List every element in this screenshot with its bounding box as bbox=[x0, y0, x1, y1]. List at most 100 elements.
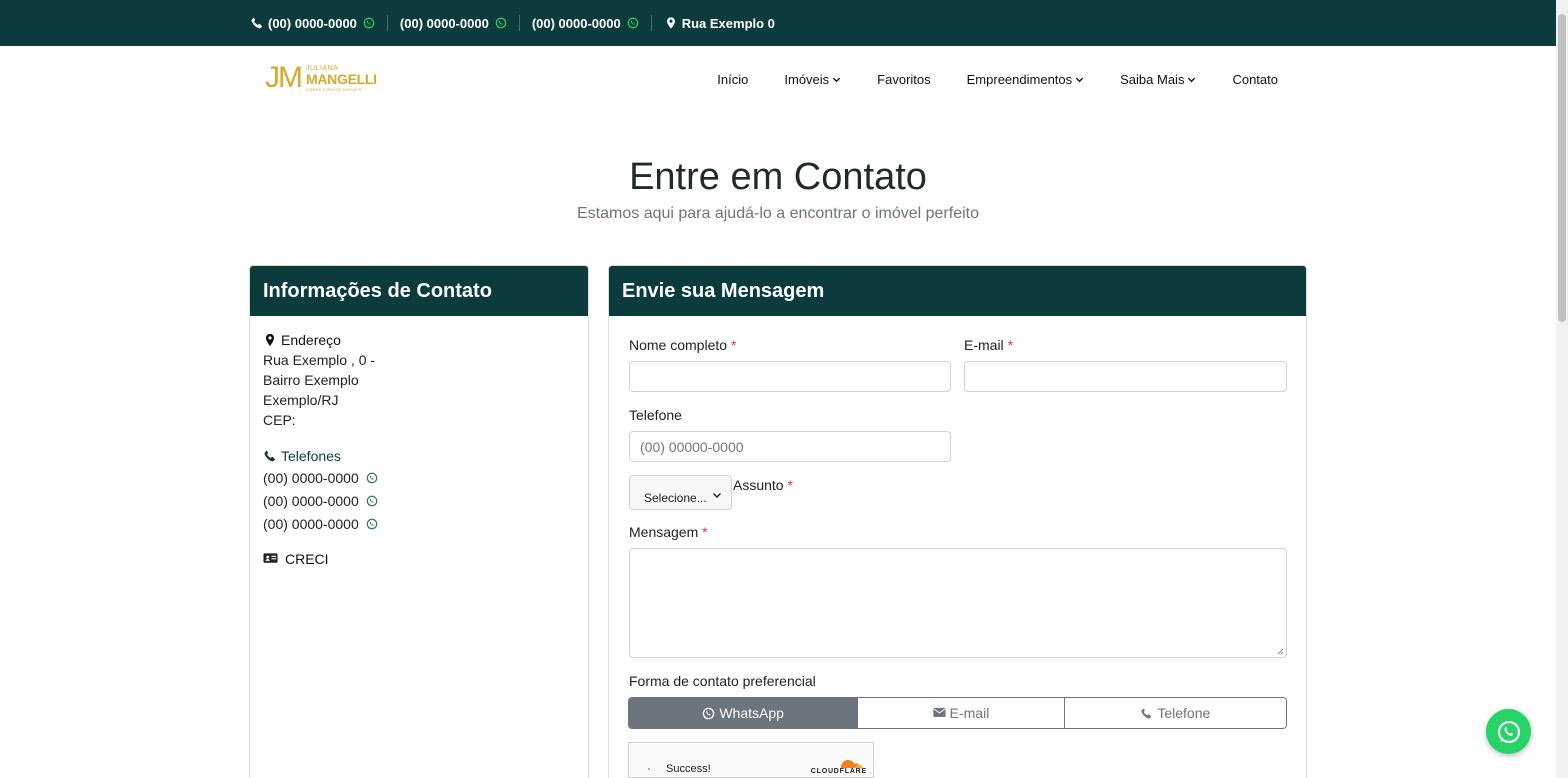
contact-info-title: Informações de Contato bbox=[250, 266, 588, 316]
message-textarea[interactable] bbox=[629, 548, 1287, 658]
phone-input[interactable] bbox=[629, 431, 951, 462]
topbar-divider bbox=[650, 15, 652, 31]
pref-phone-button[interactable]: Telefone bbox=[1065, 698, 1286, 728]
resize-handle-icon[interactable] bbox=[1277, 648, 1284, 655]
map-pin-icon bbox=[664, 16, 678, 30]
nav-item-label: Início bbox=[717, 71, 749, 87]
whatsapp-icon[interactable] bbox=[627, 17, 639, 29]
logo-text: JULIANA MANGELLI CORRETORA DE IMÓVEIS bbox=[306, 65, 377, 92]
required-marker: * bbox=[787, 477, 793, 493]
page-hero: Entre em Contato Estamos aqui para ajudá… bbox=[0, 150, 1556, 224]
cloudflare-logo: CLOUDFLARE bbox=[805, 751, 867, 777]
email-field-label: E-mail * bbox=[964, 337, 1014, 353]
required-marker: * bbox=[702, 524, 708, 540]
top-contact-bar-content: (00) 0000-0000 (00) 0000-0000 (00) 0000-… bbox=[250, 0, 775, 46]
whatsapp-icon bbox=[1497, 720, 1520, 743]
nav-item-favoritos[interactable]: Favoritos bbox=[877, 72, 930, 87]
phone-entry[interactable]: (00) 0000-0000 bbox=[263, 512, 575, 535]
pref-option-label: E-mail bbox=[949, 705, 990, 721]
phones-label-text: Telefones bbox=[281, 448, 341, 464]
required-marker: * bbox=[730, 337, 737, 353]
captcha-status-text: Success! bbox=[666, 763, 711, 775]
topbar-address[interactable]: Rua Exemplo 0 bbox=[664, 16, 775, 31]
map-pin-icon bbox=[263, 333, 277, 347]
pref-option-label: WhatsApp bbox=[719, 705, 784, 721]
topbar-phone-number: (00) 0000-0000 bbox=[531, 15, 621, 31]
logo-initials: JM bbox=[265, 61, 303, 94]
phone-number: (00) 0000-0000 bbox=[263, 469, 359, 486]
address-line: Bairro Exemplo bbox=[263, 372, 359, 388]
whatsapp-icon[interactable] bbox=[363, 17, 375, 29]
scrollbar-thumb[interactable] bbox=[1558, 14, 1566, 322]
page-scrollbar[interactable] bbox=[1556, 0, 1568, 778]
envelope-icon bbox=[933, 707, 946, 720]
whatsapp-icon[interactable] bbox=[366, 518, 378, 530]
nav-item-label: Empreendimentos bbox=[966, 71, 1073, 87]
contact-preference-group: WhatsApp E-mail Telefone bbox=[628, 697, 1287, 729]
required-marker: * bbox=[1007, 337, 1014, 353]
site-logo[interactable]: JM JULIANA MANGELLI CORRETORA DE IMÓVEIS bbox=[265, 58, 377, 98]
whatsapp-icon bbox=[702, 707, 715, 720]
nav-item-label: Contato bbox=[1232, 71, 1278, 87]
contact-preference-label: Forma de contato preferencial bbox=[629, 673, 816, 689]
main-nav: Início Imóveis Favoritos Empreendimentos… bbox=[681, 46, 1278, 112]
whatsapp-icon[interactable] bbox=[495, 17, 507, 29]
chevron-down-icon bbox=[712, 490, 722, 500]
topbar-phone-number: (00) 0000-0000 bbox=[268, 15, 357, 31]
contact-form-title: Envie sua Mensagem bbox=[609, 266, 1306, 316]
top-contact-bar: (00) 0000-0000 (00) 0000-0000 (00) 0000-… bbox=[0, 0, 1556, 46]
nav-item-empreendimentos[interactable]: Empreendimentos bbox=[967, 72, 1085, 87]
address-label-text: Endereço bbox=[281, 332, 341, 348]
topbar-phone-number: (00) 0000-0000 bbox=[399, 15, 489, 31]
page-title: Entre em Contato bbox=[629, 156, 927, 198]
email-input[interactable] bbox=[964, 361, 1287, 392]
phone-entry[interactable]: (00) 0000-0000 bbox=[263, 489, 575, 512]
topbar-divider bbox=[386, 15, 388, 31]
name-field-label: Nome completo * bbox=[629, 337, 737, 353]
phones-label: Telefones bbox=[263, 446, 575, 466]
logo-last-name: MANGELLI bbox=[306, 70, 377, 87]
name-input[interactable] bbox=[629, 361, 951, 392]
phone-field-label: Telefone bbox=[629, 407, 682, 423]
creci-label: CRECI bbox=[263, 549, 575, 569]
page-subtitle: Estamos aqui para ajudá-lo a encontrar o… bbox=[577, 205, 979, 222]
phone-entry[interactable]: (00) 0000-0000 bbox=[263, 466, 575, 489]
subject-field-label: Assunto * bbox=[733, 477, 793, 493]
logo-tagline: CORRETORA DE IMÓVEIS bbox=[306, 86, 362, 92]
nav-item-imoveis[interactable]: Imóveis bbox=[784, 72, 841, 87]
nav-item-contato[interactable]: Contato bbox=[1232, 72, 1278, 87]
id-card-icon bbox=[263, 552, 279, 566]
cloudflare-wordmark: CLOUDFLARE bbox=[810, 768, 867, 775]
nav-item-label: Saiba Mais bbox=[1120, 71, 1185, 87]
pref-whatsapp-button[interactable]: WhatsApp bbox=[629, 698, 859, 728]
topbar-phone-1[interactable]: (00) 0000-0000 bbox=[250, 16, 375, 31]
phone-icon bbox=[250, 16, 264, 30]
address-label: Endereço bbox=[263, 330, 575, 350]
topbar-divider bbox=[518, 15, 520, 31]
topbar-phone-2[interactable]: (00) 0000-0000 bbox=[400, 16, 507, 31]
topbar-address-text: Rua Exemplo 0 bbox=[681, 15, 775, 31]
pref-option-label: Telefone bbox=[1157, 705, 1211, 721]
topbar-phone-3[interactable]: (00) 0000-0000 bbox=[532, 16, 639, 31]
pref-email-button[interactable]: E-mail bbox=[858, 698, 1065, 728]
phone-icon bbox=[1140, 707, 1153, 720]
contact-info-body: Endereço Rua Exemplo , 0 - Bairro Exempl… bbox=[250, 316, 588, 583]
address-line: Exemplo/RJ bbox=[263, 392, 339, 408]
phone-number: (00) 0000-0000 bbox=[263, 515, 359, 532]
captcha-widget[interactable]: Success! CLOUDFLARE bbox=[628, 742, 874, 778]
nav-item-inicio[interactable]: Início bbox=[717, 72, 748, 87]
contact-info-card: Informações de Contato Endereço Rua Exem… bbox=[249, 265, 589, 778]
chevron-down-icon bbox=[1075, 75, 1084, 84]
subject-select[interactable]: Selecione... bbox=[629, 475, 732, 510]
phone-number: (00) 0000-0000 bbox=[263, 492, 359, 509]
main-navbar: JM JULIANA MANGELLI CORRETORA DE IMÓVEIS… bbox=[0, 46, 1556, 112]
chevron-down-icon bbox=[832, 75, 841, 84]
whatsapp-icon[interactable] bbox=[366, 472, 378, 484]
address-line: Rua Exemplo , 0 - bbox=[263, 352, 376, 368]
whatsapp-float-button[interactable] bbox=[1486, 709, 1531, 754]
nav-item-label: Favoritos bbox=[877, 71, 931, 87]
subject-select-value: Selecione... bbox=[644, 490, 707, 505]
whatsapp-icon[interactable] bbox=[366, 495, 378, 507]
nav-item-label: Imóveis bbox=[784, 71, 830, 87]
nav-item-saiba-mais[interactable]: Saiba Mais bbox=[1120, 72, 1196, 87]
